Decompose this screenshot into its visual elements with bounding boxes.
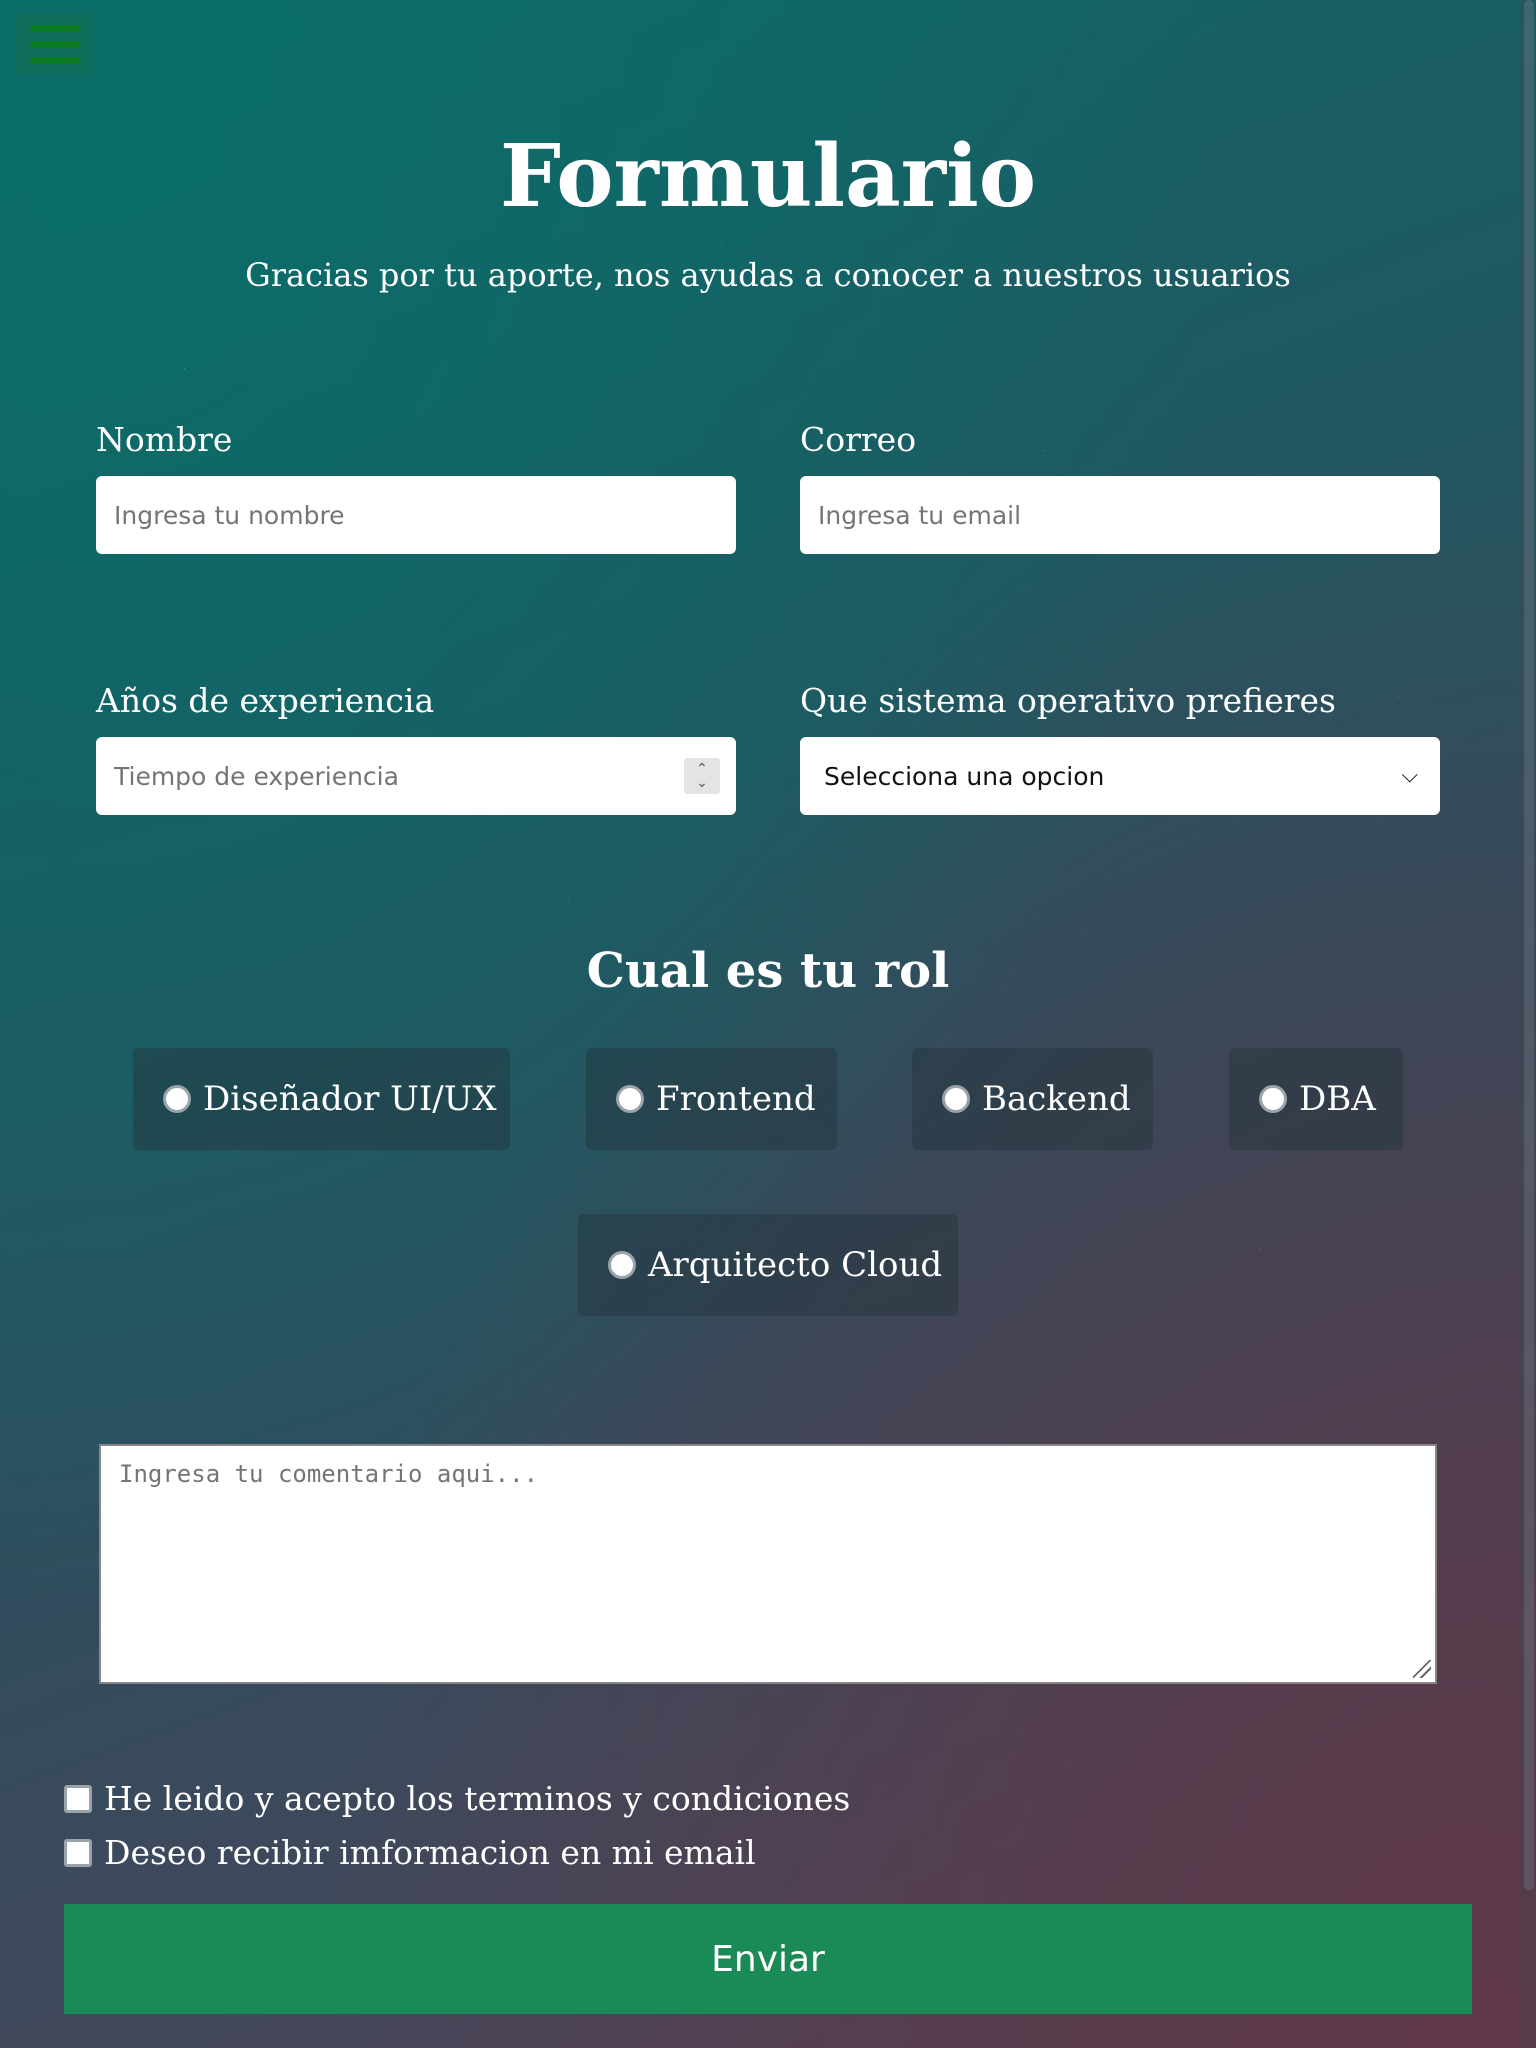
- role-option-backend[interactable]: Backend: [912, 1048, 1153, 1150]
- menu-bar: [30, 40, 80, 48]
- role-option-dba[interactable]: DBA: [1229, 1048, 1403, 1150]
- background-texture: [0, 0, 1536, 2048]
- role-option-frontend[interactable]: Frontend: [586, 1048, 837, 1150]
- chevron-down-icon: ⌵: [1401, 763, 1418, 788]
- terms-checkbox-row[interactable]: He leido y acepto los terminos y condici…: [64, 1778, 850, 1820]
- email-opt-in-checkbox[interactable]: [64, 1839, 92, 1867]
- role-section-title: Cual es tu rol: [586, 943, 950, 999]
- name-input[interactable]: Ingresa tu nombre: [96, 476, 736, 554]
- role-option-label: Diseñador UI/UX: [203, 1079, 497, 1119]
- terms-checkbox-label: He leido y acepto los terminos y condici…: [104, 1779, 851, 1818]
- radio-button[interactable]: [163, 1085, 191, 1113]
- chevron-down-icon[interactable]: ⌄: [696, 776, 708, 790]
- experience-placeholder: Tiempo de experiencia: [114, 761, 399, 791]
- hamburger-menu-icon[interactable]: [16, 14, 94, 74]
- number-stepper[interactable]: ⌃ ⌄: [684, 758, 720, 794]
- os-label: Que sistema operativo prefieres: [800, 681, 1336, 720]
- radio-button[interactable]: [942, 1085, 970, 1113]
- radio-button[interactable]: [616, 1085, 644, 1113]
- chevron-up-icon[interactable]: ⌃: [696, 762, 708, 776]
- role-option-cloud-architect[interactable]: Arquitecto Cloud: [578, 1214, 958, 1316]
- comment-placeholder: Ingresa tu comentario aqui...: [119, 1460, 539, 1488]
- role-option-ui-ux[interactable]: Diseñador UI/UX: [133, 1048, 510, 1150]
- role-option-label: DBA: [1299, 1079, 1376, 1119]
- resize-handle-icon[interactable]: [1413, 1660, 1431, 1678]
- radio-button[interactable]: [608, 1251, 636, 1279]
- os-select[interactable]: Selecciona una opcion ⌵: [800, 737, 1440, 815]
- radio-button[interactable]: [1259, 1085, 1287, 1113]
- experience-label: Años de experiencia: [96, 681, 435, 720]
- menu-bar: [30, 24, 80, 32]
- experience-input[interactable]: Tiempo de experiencia ⌃ ⌄: [96, 737, 736, 815]
- email-label: Correo: [800, 420, 917, 459]
- menu-bar: [30, 56, 80, 64]
- terms-checkbox[interactable]: [64, 1785, 92, 1813]
- name-placeholder: Ingresa tu nombre: [114, 500, 345, 530]
- comment-textarea[interactable]: Ingresa tu comentario aqui...: [99, 1444, 1437, 1684]
- name-label: Nombre: [96, 420, 233, 459]
- email-input[interactable]: Ingresa tu email: [800, 476, 1440, 554]
- os-selected-value: Selecciona una opcion: [824, 761, 1105, 791]
- role-option-label: Backend: [982, 1079, 1131, 1119]
- scrollbar[interactable]: [1520, 0, 1536, 2048]
- role-option-label: Arquitecto Cloud: [648, 1245, 943, 1285]
- submit-button[interactable]: Enviar: [64, 1904, 1472, 2014]
- role-option-label: Frontend: [656, 1079, 816, 1119]
- page-subtitle: Gracias por tu aporte, nos ayudas a cono…: [245, 256, 1291, 294]
- page-title: Formulario: [499, 126, 1037, 227]
- email-opt-in-checkbox-row[interactable]: Deseo recibir imformacion en mi email: [64, 1832, 756, 1874]
- email-placeholder: Ingresa tu email: [818, 500, 1022, 530]
- email-opt-in-checkbox-label: Deseo recibir imformacion en mi email: [104, 1833, 756, 1872]
